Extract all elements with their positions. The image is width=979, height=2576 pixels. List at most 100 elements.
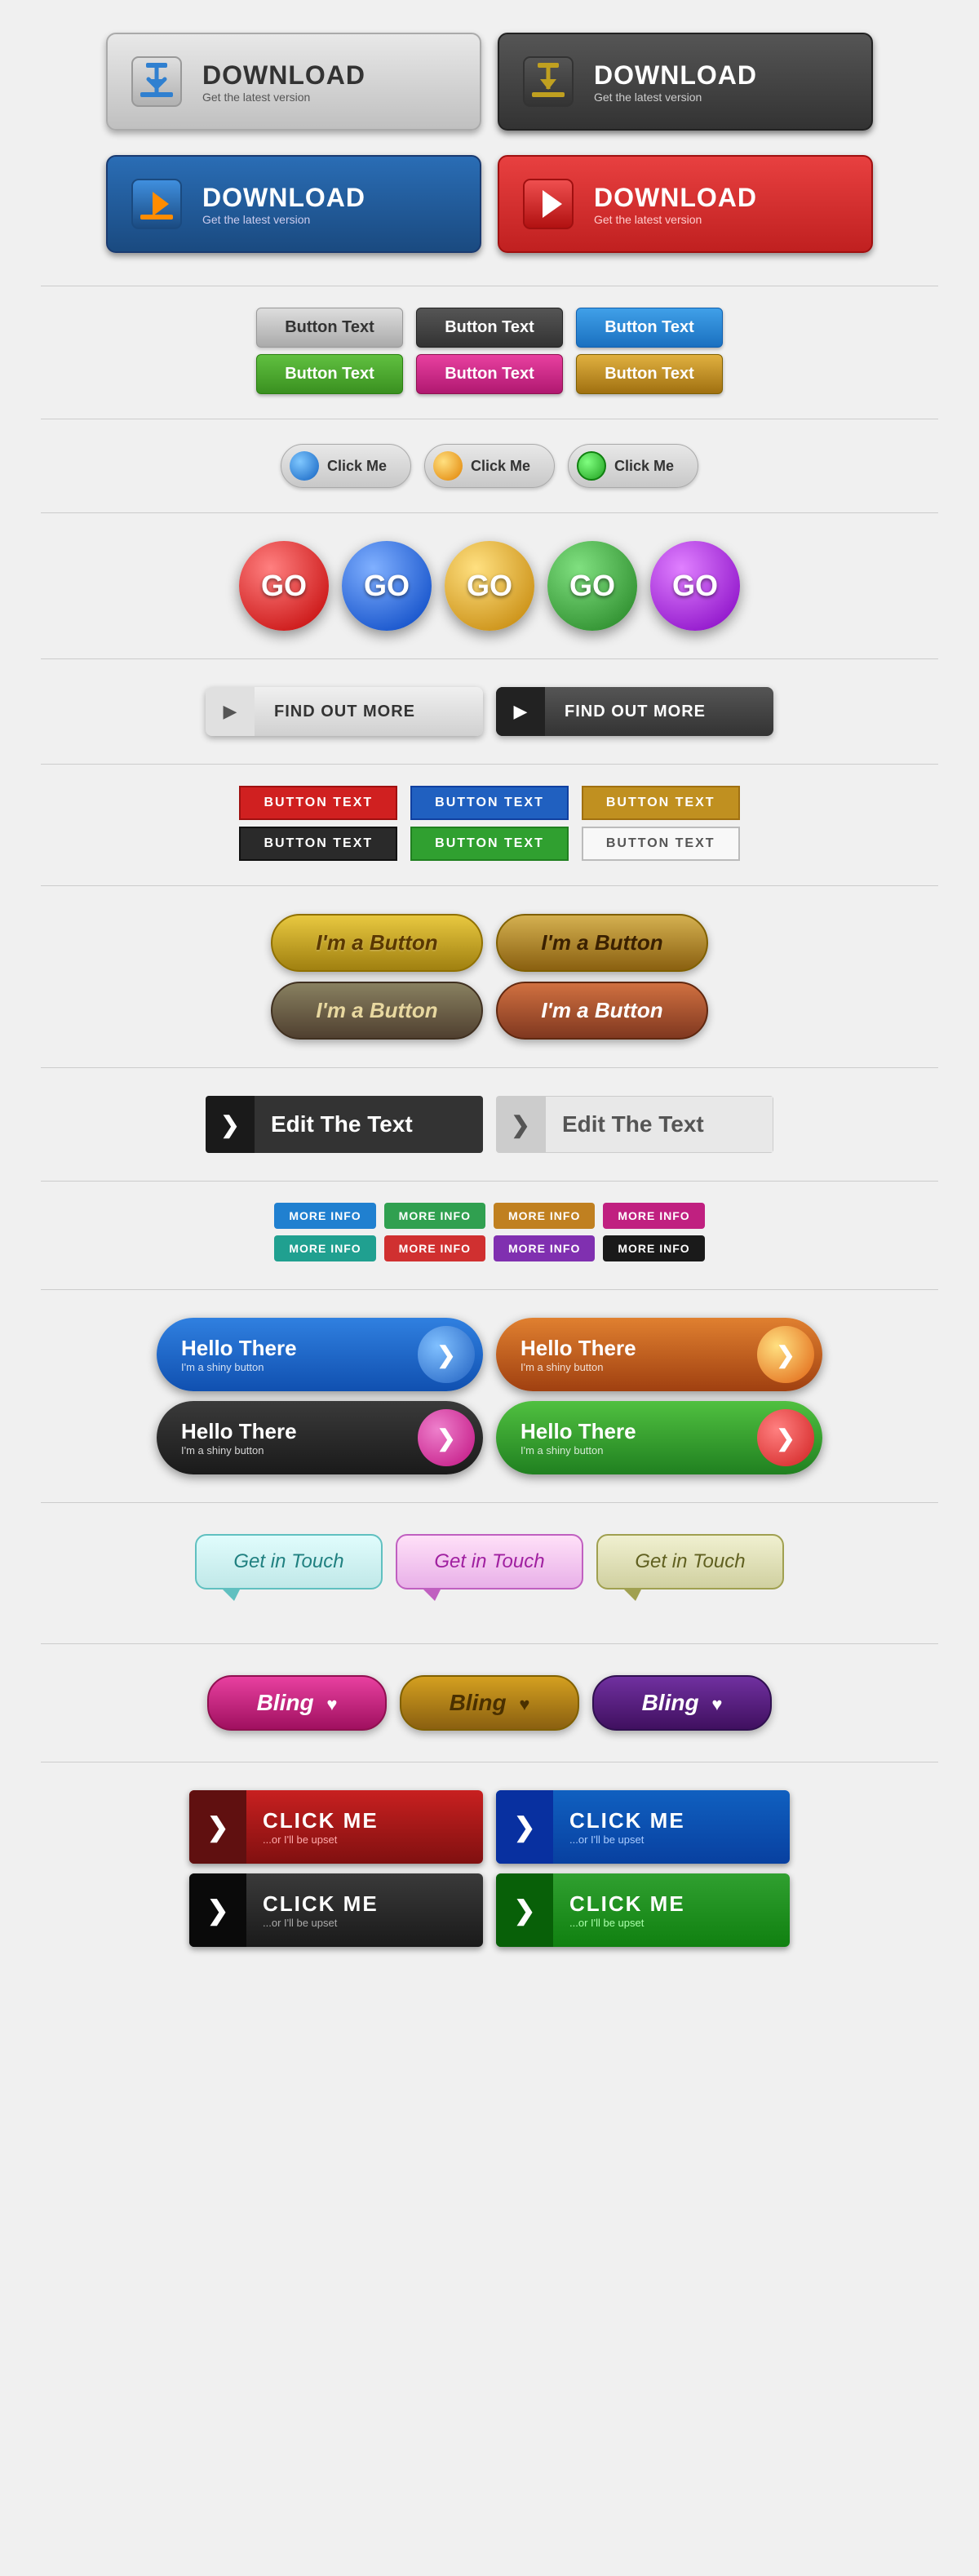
radio-dot-orange xyxy=(433,451,463,481)
divider-4 xyxy=(41,658,938,659)
bling-btn-purple[interactable]: Bling ♥ xyxy=(592,1675,772,1731)
divider-9 xyxy=(41,1289,938,1290)
button-gray-1[interactable]: Button Text xyxy=(256,308,403,348)
click-arrow-green: ❯ xyxy=(496,1873,553,1947)
download-icon-blue xyxy=(124,171,189,237)
edit-label-dark: Edit The Text xyxy=(255,1096,483,1153)
hello-circle-dark: ❯ xyxy=(418,1409,475,1466)
download-text-blue: DOWNLOAD Get the latest version xyxy=(202,183,365,226)
download-text-silver: DOWNLOAD Get the latest version xyxy=(202,60,365,104)
click-me-orange[interactable]: Click Me xyxy=(424,444,555,488)
click-me-text-blue: CLICK ME ...or I'll be upset xyxy=(553,1808,790,1846)
find-arrow-light: ▶ xyxy=(206,687,255,736)
pill-btn-brown[interactable]: I'm a Button xyxy=(496,982,708,1040)
divider-8 xyxy=(41,1181,938,1182)
divider-6 xyxy=(41,885,938,886)
divider-10 xyxy=(41,1502,938,1503)
find-label-light: FIND OUT MORE xyxy=(255,703,435,721)
more-info-red[interactable]: MORE INFO xyxy=(384,1235,485,1261)
download-button-red[interactable]: DOWNLOAD Get the latest version xyxy=(498,155,873,253)
go-ball-green[interactable]: GO xyxy=(547,541,637,631)
rect-btn-dark[interactable]: BUTTON TEXT xyxy=(239,827,397,861)
go-ball-red[interactable]: GO xyxy=(239,541,329,631)
button-pink-1[interactable]: Button Text xyxy=(416,354,563,394)
button-green-1[interactable]: Button Text xyxy=(256,354,403,394)
hello-btn-blue[interactable]: Hello There I'm a shiny button ❯ xyxy=(157,1318,483,1391)
click-me-arrow-green[interactable]: ❯ CLICK ME ...or I'll be upset xyxy=(496,1873,790,1947)
find-label-dark: FIND OUT MORE xyxy=(545,703,725,721)
edit-arrow-light: ❯ xyxy=(496,1096,545,1153)
download-icon-dark xyxy=(516,49,581,114)
button-gold-1[interactable]: Button Text xyxy=(576,354,723,394)
bling-btn-gold[interactable]: Bling ♥ xyxy=(400,1675,579,1731)
more-info-black[interactable]: MORE INFO xyxy=(603,1235,704,1261)
rect-btn-green[interactable]: BUTTON TEXT xyxy=(410,827,569,861)
edit-btn-light[interactable]: ❯ Edit The Text xyxy=(496,1096,773,1153)
button-blue-1[interactable]: Button Text xyxy=(576,308,723,348)
click-me-blue[interactable]: Click Me xyxy=(281,444,411,488)
go-ball-purple[interactable]: GO xyxy=(650,541,740,631)
go-ball-blue[interactable]: GO xyxy=(342,541,432,631)
click-me-text-black: CLICK ME ...or I'll be upset xyxy=(246,1891,483,1929)
hello-circle-orange: ❯ xyxy=(757,1326,814,1383)
heart-icon-pink: ♥ xyxy=(326,1694,337,1714)
download-icon-silver xyxy=(124,49,189,114)
click-me-arrow-blue[interactable]: ❯ CLICK ME ...or I'll be upset xyxy=(496,1790,790,1864)
more-info-blue[interactable]: MORE INFO xyxy=(274,1203,375,1229)
download-button-dark[interactable]: DOWNLOAD Get the latest version xyxy=(498,33,873,131)
hello-text-orange: Hello There I'm a shiny button xyxy=(496,1336,757,1373)
speech-btn-pink[interactable]: Get in Touch xyxy=(396,1534,583,1589)
pill-btn-gold[interactable]: I'm a Button xyxy=(271,914,483,972)
click-me-green[interactable]: Click Me xyxy=(568,444,698,488)
hello-text-dark: Hello There I'm a shiny button xyxy=(157,1419,418,1456)
hello-circle-green: ❯ xyxy=(757,1409,814,1466)
download-icon-red xyxy=(516,171,581,237)
hello-text-blue: Hello There I'm a shiny button xyxy=(157,1336,418,1373)
rect-btn-red[interactable]: BUTTON TEXT xyxy=(239,786,397,820)
edit-btn-dark[interactable]: ❯ Edit The Text xyxy=(206,1096,483,1153)
click-arrow-red: ❯ xyxy=(189,1790,246,1864)
download-text-dark: DOWNLOAD Get the latest version xyxy=(594,60,757,104)
rect-btn-blue[interactable]: BUTTON TEXT xyxy=(410,786,569,820)
hello-btn-dark[interactable]: Hello There I'm a shiny button ❯ xyxy=(157,1401,483,1474)
rect-btn-outline[interactable]: BUTTON TEXT xyxy=(582,827,740,861)
speech-btn-olive[interactable]: Get in Touch xyxy=(596,1534,784,1589)
hello-btn-green[interactable]: Hello There I'm a shiny button ❯ xyxy=(496,1401,822,1474)
download-button-blue[interactable]: DOWNLOAD Get the latest version xyxy=(106,155,481,253)
divider-5 xyxy=(41,764,938,765)
speech-btn-cyan[interactable]: Get in Touch xyxy=(195,1534,383,1589)
download-button-silver[interactable]: DOWNLOAD Get the latest version xyxy=(106,33,481,131)
bling-btn-pink[interactable]: Bling ♥ xyxy=(207,1675,387,1731)
find-out-more-light[interactable]: ▶ FIND OUT MORE xyxy=(206,687,483,736)
click-me-arrow-black[interactable]: ❯ CLICK ME ...or I'll be upset xyxy=(189,1873,483,1947)
heart-icon-purple: ♥ xyxy=(711,1694,722,1714)
button-dgray-1[interactable]: Button Text xyxy=(416,308,563,348)
heart-icon-gold: ♥ xyxy=(519,1694,529,1714)
hello-circle-blue: ❯ xyxy=(418,1326,475,1383)
hello-btn-orange[interactable]: Hello There I'm a shiny button ❯ xyxy=(496,1318,822,1391)
more-info-gold[interactable]: MORE INFO xyxy=(494,1203,595,1229)
radio-dot-blue xyxy=(290,451,319,481)
click-me-text-red: CLICK ME ...or I'll be upset xyxy=(246,1808,483,1846)
radio-dot-green xyxy=(577,451,606,481)
click-me-text-green: CLICK ME ...or I'll be upset xyxy=(553,1891,790,1929)
edit-arrow-dark: ❯ xyxy=(206,1096,255,1153)
go-ball-gold[interactable]: GO xyxy=(445,541,534,631)
find-out-more-dark[interactable]: ▶ FIND OUT MORE xyxy=(496,687,773,736)
click-me-arrow-red[interactable]: ❯ CLICK ME ...or I'll be upset xyxy=(189,1790,483,1864)
rect-btn-gold[interactable]: BUTTON TEXT xyxy=(582,786,740,820)
more-info-pink[interactable]: MORE INFO xyxy=(603,1203,704,1229)
more-info-green[interactable]: MORE INFO xyxy=(384,1203,485,1229)
divider-3 xyxy=(41,512,938,513)
edit-label-light: Edit The Text xyxy=(545,1096,773,1153)
divider-11 xyxy=(41,1643,938,1644)
divider-7 xyxy=(41,1067,938,1068)
pill-btn-dgold[interactable]: I'm a Button xyxy=(271,982,483,1040)
click-arrow-black: ❯ xyxy=(189,1873,246,1947)
pill-btn-lgold[interactable]: I'm a Button xyxy=(496,914,708,972)
click-arrow-blue: ❯ xyxy=(496,1790,553,1864)
more-info-teal[interactable]: MORE INFO xyxy=(274,1235,375,1261)
download-text-red: DOWNLOAD Get the latest version xyxy=(594,183,757,226)
hello-text-green: Hello There I'm a shiny button xyxy=(496,1419,757,1456)
more-info-purple[interactable]: MORE INFO xyxy=(494,1235,595,1261)
